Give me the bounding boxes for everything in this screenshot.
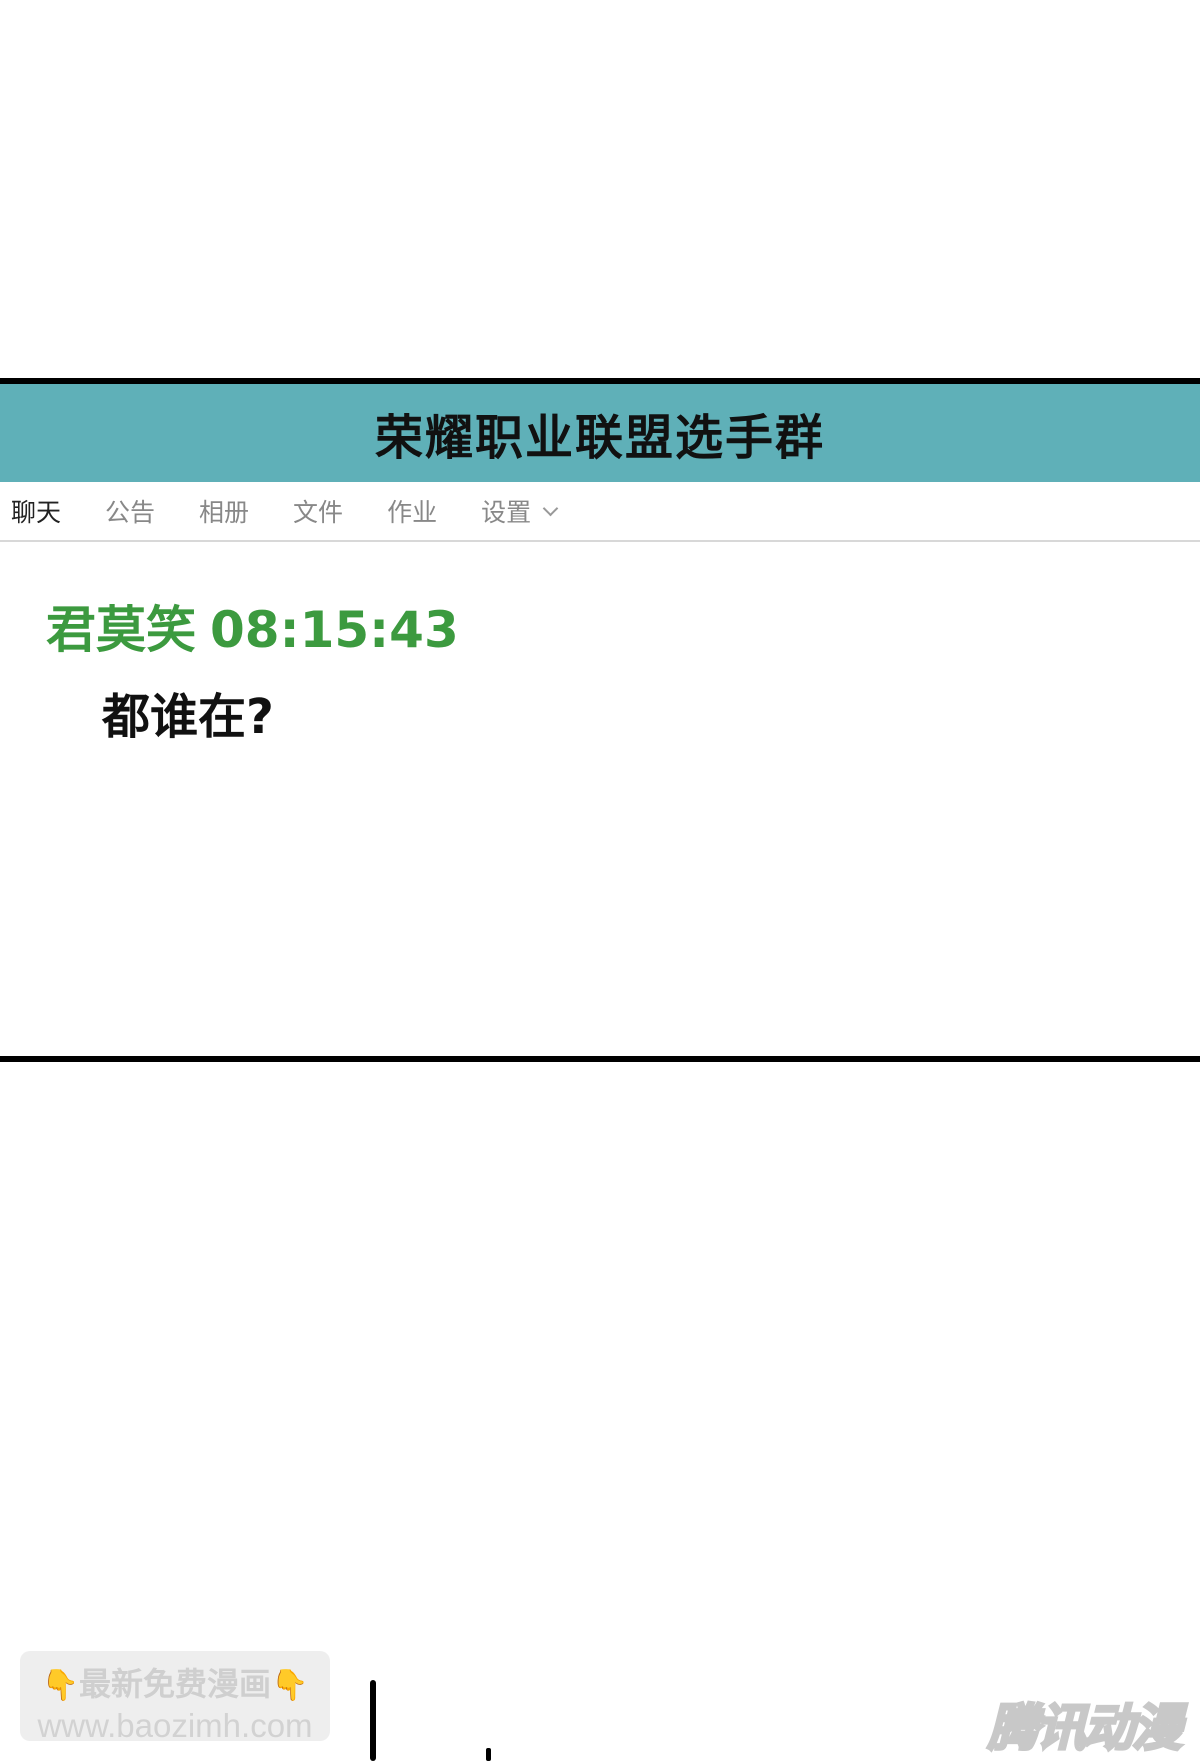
comic-page: 荣耀职业联盟选手群 聊天 公告 相册 文件 作业 设置 君莫笑 08:15:43… [0,0,1200,1761]
message-time: 08:15:43 [210,601,459,659]
watermark-title-row: 👇最新免费漫画👇 [20,1659,330,1705]
chevron-down-icon[interactable] [542,500,559,516]
tab-files[interactable]: 文件 [293,493,343,529]
message-text: 都谁在? [102,689,274,745]
tab-album-label: 相册 [199,498,250,527]
tab-chat[interactable]: 聊天 [11,493,61,529]
tab-settings-label: 设置 [481,498,532,527]
chat-window: 荣耀职业联盟选手群 聊天 公告 相册 文件 作业 设置 君莫笑 08:15:43… [0,378,1200,1062]
tab-album[interactable]: 相册 [199,493,249,529]
publisher-logo: 腾讯动漫 [987,1698,1184,1759]
message-sender: 君莫笑 [46,601,196,659]
message-header: 君莫笑 08:15:43 [46,590,459,662]
group-title-bar: 荣耀职业联盟选手群 [0,384,1200,482]
pointing-down-hand-icon: 👇 [271,1668,309,1703]
group-title: 荣耀职业联盟选手群 [374,410,825,466]
tab-settings[interactable]: 设置 [481,493,559,529]
tab-homework-label: 作业 [387,498,438,527]
tab-chat-label: 聊天 [11,498,62,527]
watermark-title: 最新免费漫画 [78,1665,271,1703]
pointing-down-hand-icon: 👇 [41,1668,79,1703]
tab-homework[interactable]: 作业 [387,493,437,529]
tab-announcement[interactable]: 公告 [105,493,155,529]
drawn-stroke-small [486,1748,491,1761]
drawn-stroke [370,1680,376,1761]
watermark-url: www.baozimh.com [37,1707,313,1744]
watermark: 👇最新免费漫画👇 www.baozimh.com [20,1651,330,1744]
tab-files-label: 文件 [293,498,344,527]
tab-bar: 聊天 公告 相册 文件 作业 设置 [0,482,1200,542]
tab-announcement-label: 公告 [105,498,156,527]
